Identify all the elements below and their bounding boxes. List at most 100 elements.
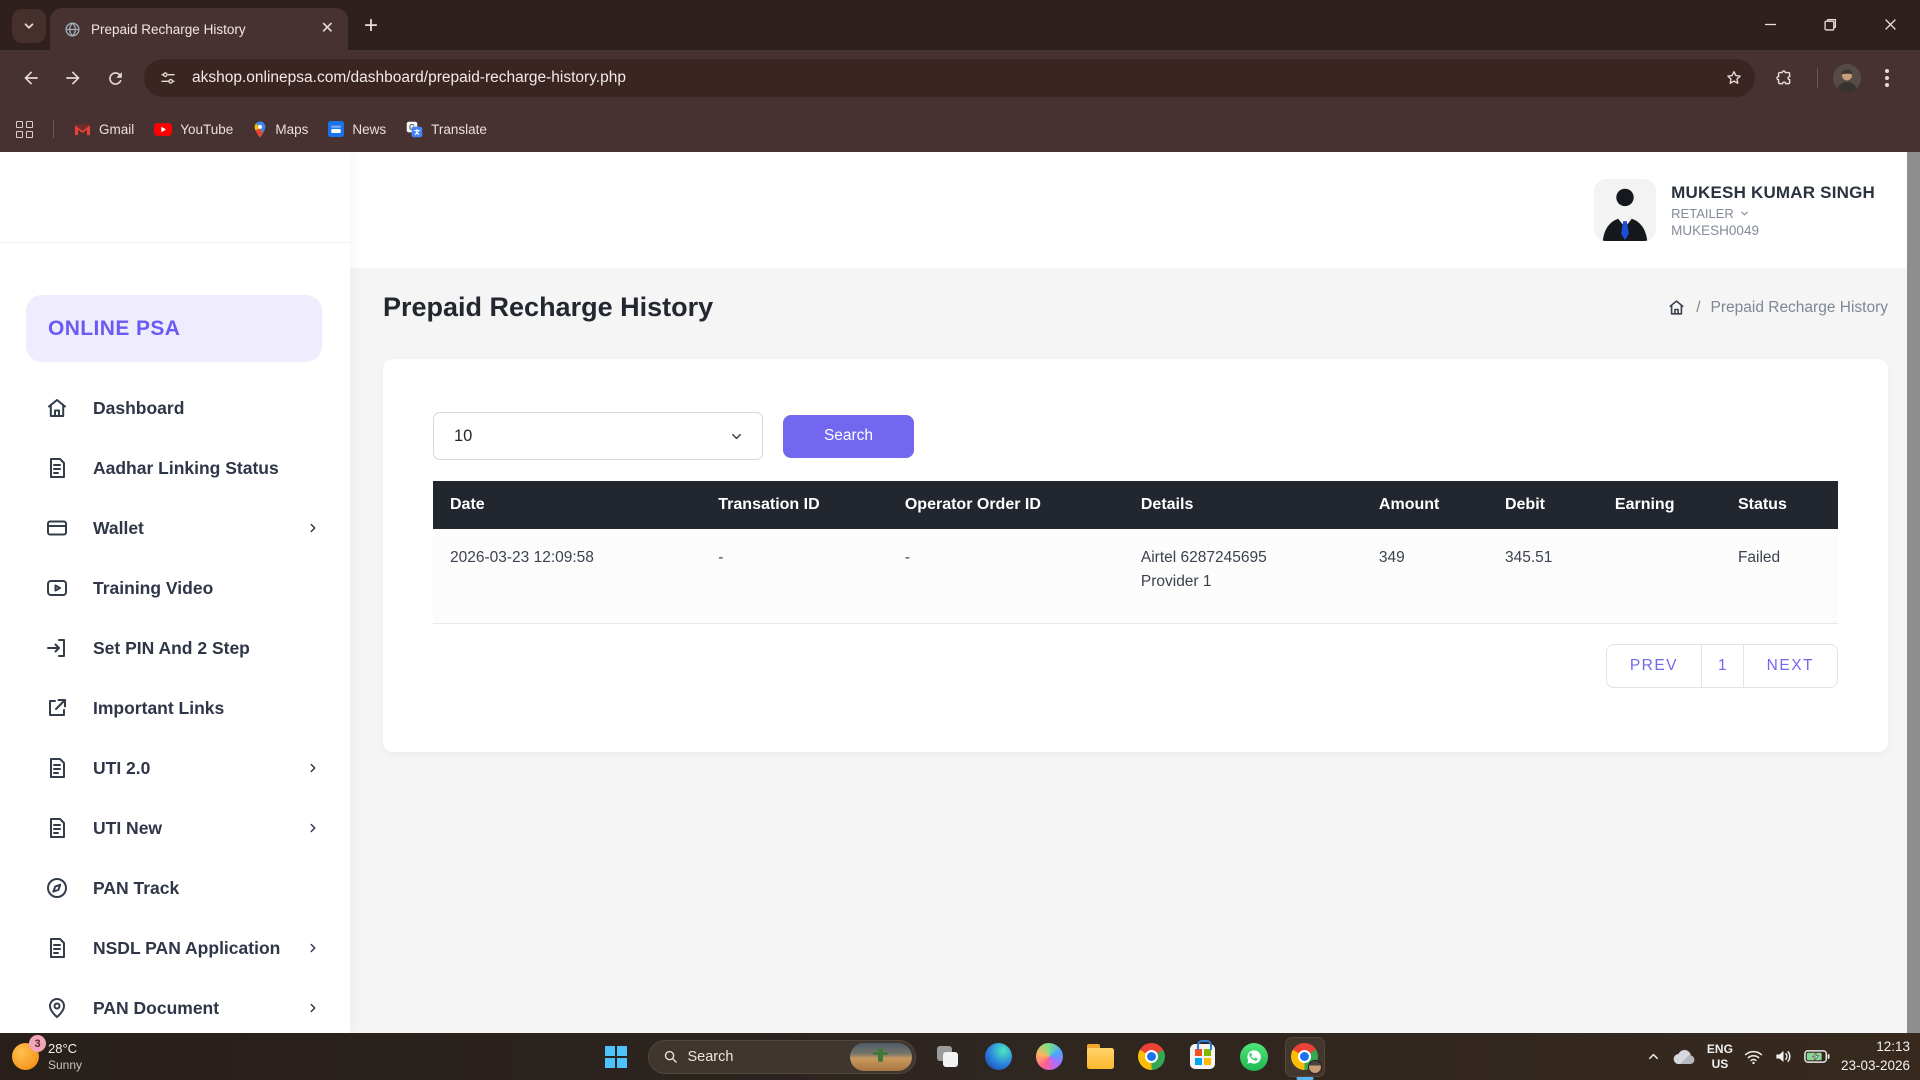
bookmarks-divider xyxy=(53,120,54,138)
sidebar-item-label: Aadhar Linking Status xyxy=(93,458,279,479)
weather-condition: Sunny xyxy=(48,1058,82,1072)
sidebar: ONLINE PSA Dashboard Aadhar Linking Stat… xyxy=(0,152,350,1033)
page-size-select[interactable]: 10 xyxy=(433,412,763,460)
user-profile[interactable]: MUKESH KUMAR SINGH RETAILER MUKESH0049 xyxy=(1594,179,1875,241)
history-table: Date Transation ID Operator Order ID Det… xyxy=(433,481,1838,624)
start-button[interactable] xyxy=(597,1038,635,1076)
file-explorer-button[interactable] xyxy=(1082,1038,1120,1076)
sidebar-item-pan-track[interactable]: PAN Track xyxy=(0,858,350,918)
pagination-next-button[interactable]: NEXT xyxy=(1744,644,1838,688)
extensions-button[interactable] xyxy=(1763,57,1805,99)
window-restore-button[interactable] xyxy=(1800,0,1860,48)
breadcrumb-separator: / xyxy=(1696,299,1700,317)
chevron-down-icon xyxy=(729,429,744,444)
browser-titlebar: Prepaid Recharge History ✕ + xyxy=(0,0,1920,50)
sidebar-logo-area xyxy=(0,152,350,243)
task-view-button[interactable] xyxy=(929,1038,967,1076)
window-minimize-button[interactable] xyxy=(1740,0,1800,48)
microsoft-store-button[interactable] xyxy=(1184,1038,1222,1076)
chrome-button[interactable] xyxy=(1133,1038,1171,1076)
main-area: MUKESH KUMAR SINGH RETAILER MUKESH0049 P… xyxy=(350,152,1920,1033)
wifi-icon[interactable] xyxy=(1744,1049,1763,1065)
table-header-row: Date Transation ID Operator Order ID Det… xyxy=(433,481,1838,529)
sidebar-item-set-pin-2step[interactable]: Set PIN And 2 Step xyxy=(0,618,350,678)
weather-widget[interactable]: 3 28°C Sunny xyxy=(12,1041,82,1072)
taskbar-search[interactable]: Search xyxy=(648,1040,916,1074)
page-scrollbar[interactable] xyxy=(1907,152,1920,1033)
chevron-down-icon xyxy=(22,19,36,33)
bookmark-label: News xyxy=(352,122,386,137)
language-indicator[interactable]: ENG US xyxy=(1707,1042,1733,1072)
whatsapp-button[interactable] xyxy=(1235,1038,1273,1076)
search-icon xyxy=(663,1049,678,1064)
browser-profile-button[interactable] xyxy=(1830,61,1864,95)
breadcrumb: / Prepaid Recharge History xyxy=(1667,298,1888,317)
tray-time: 12:13 xyxy=(1841,1038,1910,1056)
window-close-button[interactable] xyxy=(1860,0,1920,48)
translate-icon: G xyxy=(406,121,423,138)
battery-charging-icon[interactable] xyxy=(1804,1049,1830,1064)
browser-tab[interactable]: Prepaid Recharge History ✕ xyxy=(50,8,348,50)
search-button[interactable]: Search xyxy=(783,415,914,458)
tab-search-button[interactable] xyxy=(12,9,46,43)
pagination-page-1-button[interactable]: 1 xyxy=(1702,644,1744,688)
bookmark-gmail[interactable]: Gmail xyxy=(74,122,134,137)
star-icon xyxy=(1725,69,1743,87)
active-app-indicator xyxy=(1296,1077,1313,1080)
bookmark-star-button[interactable] xyxy=(1717,61,1751,95)
forward-button[interactable] xyxy=(52,57,94,99)
bookmark-news[interactable]: News xyxy=(328,121,386,137)
chrome-profile-button-active[interactable] xyxy=(1286,1038,1324,1076)
onedrive-cloud-icon[interactable] xyxy=(1672,1048,1696,1065)
tab-close-icon[interactable]: ✕ xyxy=(321,21,334,37)
language-line1: ENG xyxy=(1707,1042,1733,1057)
sidebar-item-wallet[interactable]: Wallet xyxy=(0,498,350,558)
sidebar-item-training-video[interactable]: Training Video xyxy=(0,558,350,618)
new-tab-button[interactable]: + xyxy=(364,14,378,38)
copilot-button[interactable] xyxy=(1031,1038,1069,1076)
profile-photo-overlay xyxy=(1308,1060,1322,1074)
address-bar[interactable]: akshop.onlinepsa.com/dashboard/prepaid-r… xyxy=(144,59,1755,97)
apps-grid-icon[interactable] xyxy=(16,121,33,138)
news-icon xyxy=(328,121,344,137)
user-role-row[interactable]: RETAILER xyxy=(1671,206,1875,221)
sidebar-item-uti-2-0[interactable]: UTI 2.0 xyxy=(0,738,350,798)
brand-box[interactable]: ONLINE PSA xyxy=(26,295,322,362)
sidebar-item-pan-document[interactable]: PAN Document xyxy=(0,978,350,1033)
chevron-right-icon xyxy=(306,1001,320,1015)
sidebar-item-dashboard[interactable]: Dashboard xyxy=(0,378,350,438)
search-highlight-image[interactable] xyxy=(850,1043,912,1071)
bookmark-translate[interactable]: G Translate xyxy=(406,121,487,138)
sidebar-item-uti-new[interactable]: UTI New xyxy=(0,798,350,858)
sidebar-item-label: Wallet xyxy=(93,518,144,539)
pagination-prev-button[interactable]: PREV xyxy=(1606,644,1702,688)
sidebar-item-label: Training Video xyxy=(93,578,213,599)
sidebar-item-important-links[interactable]: Important Links xyxy=(0,678,350,738)
cell-earning xyxy=(1598,529,1721,624)
col-header-status: Status xyxy=(1721,481,1838,529)
cell-operator-order-id: - xyxy=(888,529,1124,624)
whatsapp-phone-glyph xyxy=(1246,1049,1262,1065)
browser-menu-button[interactable] xyxy=(1870,69,1904,87)
sidebar-item-label: PAN Document xyxy=(93,998,219,1019)
sidebar-item-aadhar-linking-status[interactable]: Aadhar Linking Status xyxy=(0,438,350,498)
clock[interactable]: 12:13 23-03-2026 xyxy=(1841,1038,1910,1074)
edge-button[interactable] xyxy=(980,1038,1018,1076)
back-arrow-icon xyxy=(21,68,41,88)
forward-arrow-icon xyxy=(63,68,83,88)
page-size-value: 10 xyxy=(454,427,472,446)
volume-icon[interactable] xyxy=(1774,1048,1793,1065)
tray-chevron-up-icon[interactable] xyxy=(1646,1049,1661,1064)
back-button[interactable] xyxy=(10,57,52,99)
reload-button[interactable] xyxy=(94,57,136,99)
site-settings-icon[interactable] xyxy=(152,62,184,94)
bookmark-maps[interactable]: Maps xyxy=(253,121,308,138)
home-icon[interactable] xyxy=(1667,298,1686,317)
col-header-operator-order-id: Operator Order ID xyxy=(888,481,1124,529)
sidebar-item-nsdl-pan-application[interactable]: NSDL PAN Application xyxy=(0,918,350,978)
user-role: RETAILER xyxy=(1671,206,1734,221)
url-text[interactable]: akshop.onlinepsa.com/dashboard/prepaid-r… xyxy=(192,69,1717,87)
bookmark-youtube[interactable]: YouTube xyxy=(154,122,233,137)
edge-icon xyxy=(985,1043,1012,1070)
screen: Prepaid Recharge History ✕ + xyxy=(0,0,1920,1080)
